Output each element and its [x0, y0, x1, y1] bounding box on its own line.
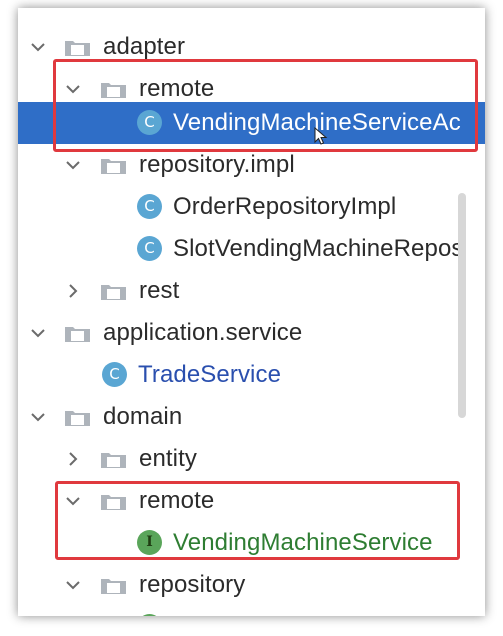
- tree-item-partial[interactable]: [18, 606, 485, 616]
- tree-item-label: entity: [139, 445, 197, 472]
- tree-item-rest[interactable]: rest: [18, 270, 485, 312]
- tree-item-label: OrderRepositoryImpl: [173, 193, 397, 220]
- highlight-box-domain-remote: [55, 481, 460, 560]
- class-icon: C: [137, 194, 162, 219]
- chevron-right-icon[interactable]: [65, 283, 81, 299]
- folder-icon: [100, 449, 127, 469]
- tree-item-trade-service[interactable]: C TradeService: [18, 354, 485, 396]
- folder-icon: [64, 407, 91, 427]
- chevron-down-icon[interactable]: [65, 157, 81, 173]
- tree-item-label: TradeService: [138, 361, 282, 388]
- tree-item-slot-vending-machine-repository[interactable]: C SlotVendingMachineRepos: [18, 228, 485, 270]
- folder-icon: [100, 281, 127, 301]
- tree-item-label: repository: [139, 571, 246, 598]
- folder-icon: [64, 37, 91, 57]
- tree-item-entity[interactable]: entity: [18, 438, 485, 480]
- folder-icon: [100, 155, 127, 175]
- tree-item-domain-repository[interactable]: repository: [18, 564, 485, 606]
- folder-icon: [64, 323, 91, 343]
- tree-item-label: rest: [139, 277, 180, 304]
- tree-item-domain[interactable]: domain: [18, 396, 485, 438]
- mouse-cursor-icon: [314, 127, 328, 145]
- tree-item-application-service[interactable]: application.service: [18, 312, 485, 354]
- chevron-down-icon[interactable]: [30, 39, 46, 55]
- tree-item-label: adapter: [103, 33, 186, 60]
- class-icon: C: [102, 362, 127, 387]
- project-tree-panel: adapter remote C VendingMachineServiceAc…: [18, 8, 485, 616]
- tree-item-order-repository-impl[interactable]: C OrderRepositoryImpl: [18, 186, 485, 228]
- chevron-down-icon[interactable]: [65, 577, 81, 593]
- chevron-down-icon[interactable]: [30, 325, 46, 341]
- interface-icon: [137, 614, 162, 616]
- folder-icon: [100, 575, 127, 595]
- class-icon: C: [137, 236, 162, 261]
- tree-item-label: application.service: [103, 319, 303, 346]
- tree-item-label: repository.impl: [139, 151, 295, 178]
- tree-item-label: SlotVendingMachineRepos: [173, 235, 464, 262]
- scrollbar-thumb[interactable]: [458, 193, 466, 418]
- highlight-box-adapter-remote: [53, 59, 478, 152]
- tree-item-label: domain: [103, 403, 183, 430]
- chevron-right-icon[interactable]: [65, 451, 81, 467]
- chevron-down-icon[interactable]: [30, 409, 46, 425]
